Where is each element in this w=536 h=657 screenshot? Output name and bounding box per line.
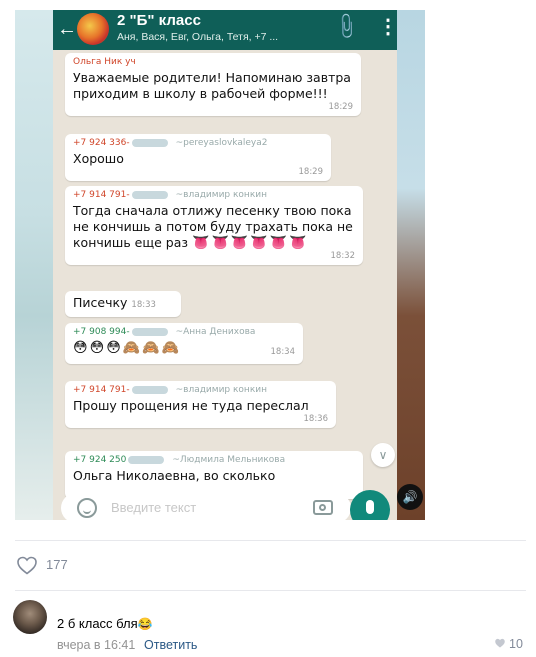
more-vertical-icon[interactable]: ⋮ bbox=[378, 14, 397, 39]
message-text: Хорошо bbox=[73, 151, 124, 166]
post-photo[interactable]: ← 2 "Б" класс Аня, Вася, Евг, Ольга, Тет… bbox=[15, 10, 425, 520]
comment-emoji: 😂 bbox=[137, 617, 153, 631]
smile-icon[interactable] bbox=[77, 498, 97, 518]
message-time: 18:29 bbox=[328, 102, 354, 112]
message-time: 18:36 bbox=[303, 414, 329, 424]
phone-screen: ← 2 "Б" класс Аня, Вася, Евг, Ольга, Тет… bbox=[53, 10, 397, 520]
message-text: Тогда сначала отлижу песенку твою пока н… bbox=[73, 203, 353, 251]
comment-time[interactable]: вчера в 16:41 bbox=[57, 638, 135, 652]
chat-header: ← 2 "Б" класс Аня, Вася, Евг, Ольга, Тет… bbox=[53, 10, 397, 50]
message-sender: +7 924 250 ~Людмила Мельникова bbox=[73, 455, 286, 465]
chevron-down-icon[interactable]: ∨ bbox=[371, 443, 395, 467]
microphone-icon[interactable] bbox=[350, 490, 390, 520]
message-text: Писечку 18:33 bbox=[73, 295, 156, 310]
redacted-phone bbox=[131, 385, 168, 394]
comment-text: 2 б класс бля😂 bbox=[57, 616, 153, 631]
paperclip-icon[interactable]: 📎 bbox=[331, 11, 362, 41]
chat-message: +7 908 994- ~Анна Денихова 😳😳😳🙈🙈🙈 18:34 bbox=[65, 323, 303, 364]
camera-icon[interactable] bbox=[313, 500, 333, 515]
message-input[interactable]: Введите текст bbox=[61, 493, 351, 520]
redacted-phone bbox=[128, 455, 165, 464]
message-sender: +7 924 336- ~pereyaslovkaleya2 bbox=[73, 138, 268, 148]
like-count: 177 bbox=[46, 557, 68, 572]
message-sender: +7 908 994- ~Анна Денихова bbox=[73, 327, 256, 337]
redacted-phone bbox=[131, 190, 168, 199]
heart-icon bbox=[17, 556, 37, 575]
redacted-phone bbox=[131, 138, 168, 147]
chat-message: +7 914 791- ~владимир конкин Тогда сначал… bbox=[65, 186, 363, 265]
comment-like-button[interactable]: 10 bbox=[494, 637, 523, 651]
chat-title[interactable]: 2 "Б" класс bbox=[117, 12, 201, 29]
photo-background-left bbox=[15, 10, 53, 520]
arrow-left-icon[interactable]: ← bbox=[57, 17, 77, 41]
redacted-phone bbox=[131, 327, 168, 336]
group-avatar[interactable] bbox=[77, 13, 109, 45]
chat-subtitle: Аня, Вася, Евг, Ольга, Тетя, +7 ... bbox=[117, 31, 279, 43]
sound-icon[interactable]: 🔊 bbox=[397, 484, 423, 510]
message-text: Уважаемые родители! Напоминаю завтра при… bbox=[73, 70, 351, 101]
divider bbox=[15, 590, 526, 591]
message-text: Прошу прощения не туда переслал bbox=[73, 398, 309, 413]
message-sender: +7 914 791- ~владимир конкин bbox=[73, 385, 267, 395]
photo-background-right bbox=[397, 10, 425, 520]
message-sender: +7 914 791- ~владимир конкин bbox=[73, 190, 267, 200]
input-placeholder: Введите текст bbox=[111, 500, 197, 515]
chat-message: +7 914 791- ~владимир конкин Прошу прощен… bbox=[65, 381, 336, 428]
chat-message: Писечку 18:33 bbox=[65, 291, 181, 317]
reply-button[interactable]: Ответить bbox=[144, 638, 197, 652]
divider bbox=[15, 540, 526, 541]
message-sender: Ольга Ник уч bbox=[73, 57, 136, 67]
avatar[interactable] bbox=[13, 600, 47, 634]
chat-message: +7 924 250 ~Людмила Мельникова Ольга Нико… bbox=[65, 451, 363, 499]
message-time: 18:29 bbox=[298, 167, 324, 177]
chat-message: Ольга Ник уч Уважаемые родители! Напомин… bbox=[65, 53, 361, 116]
message-text: Ольга Николаевна, во сколько bbox=[73, 468, 276, 483]
chat-message: +7 924 336- ~pereyaslovkaleya2 Хорошо 18:… bbox=[65, 134, 331, 181]
comment-like-count: 10 bbox=[509, 637, 523, 651]
message-time: 18:32 bbox=[330, 251, 356, 261]
heart-icon bbox=[495, 638, 505, 648]
message-time: 18:34 bbox=[270, 347, 296, 357]
message-emoji: 😳😳😳🙈🙈🙈 18:34 bbox=[73, 340, 295, 357]
message-time: 18:33 bbox=[131, 300, 156, 310]
